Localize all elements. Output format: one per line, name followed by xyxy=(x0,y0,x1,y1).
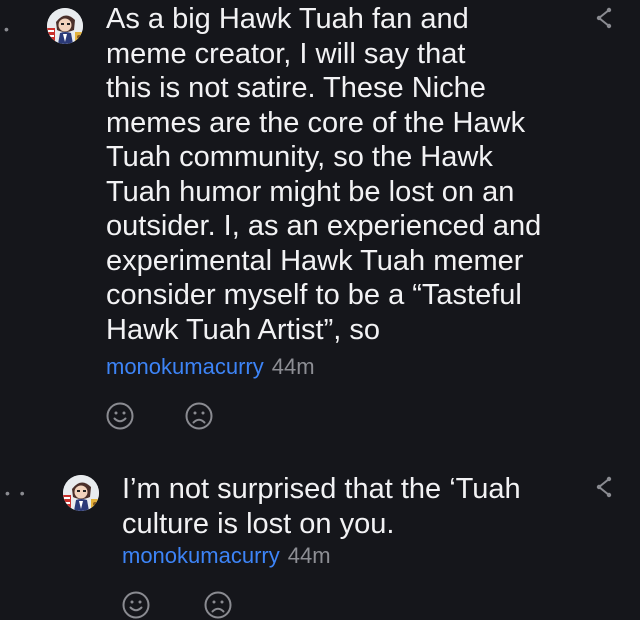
comment-body-line: meme creator, I will say that xyxy=(106,37,466,70)
comment-timestamp: 44m xyxy=(287,543,331,568)
comment-meta: monokumacurry 44m xyxy=(106,354,315,380)
comment-body: I’m not surprised that the ‘Tuah culture… xyxy=(122,472,582,541)
comment-body-line: culture is lost on you. xyxy=(122,507,395,540)
comment-body: As a big Hawk Tuah fan and meme creator,… xyxy=(106,2,566,347)
comment-body-line: experimental Hawk Tuah memer xyxy=(106,244,524,277)
share-icon[interactable] xyxy=(592,6,616,30)
author-link[interactable]: monokumacurry xyxy=(122,543,280,568)
comment-body-line: Tuah community, so the Hawk xyxy=(106,141,493,173)
comment-thread: • As a big Hawk Tuah fan and meme creato… xyxy=(0,0,640,620)
sad-face-icon[interactable] xyxy=(184,401,214,431)
happy-face-icon[interactable] xyxy=(121,590,151,620)
comment-body-line: Hawk Tuah Artist”, so xyxy=(106,313,380,346)
comment-body-line: this is not satire. These Niche xyxy=(106,72,486,104)
comment-body-line: I’m not surprised that the ‘Tuah xyxy=(122,473,521,505)
comment-meta: monokumacurry 44m xyxy=(122,543,331,569)
comment-body-line: memes are the core of the Hawk xyxy=(106,106,526,139)
comment-body-line: consider myself to be a “Tasteful xyxy=(106,279,522,311)
user-avatar-icon[interactable] xyxy=(63,475,99,511)
comment-timestamp: 44m xyxy=(271,354,315,379)
user-avatar-icon[interactable] xyxy=(47,8,83,44)
comment-body-line: outsider. I, as an experienced and xyxy=(106,210,542,242)
comment-body-line: Tuah humor might be lost on an xyxy=(106,175,515,208)
thread-depth-indicator: • xyxy=(4,21,12,37)
thread-depth-indicator: • • xyxy=(5,485,28,501)
sad-face-icon[interactable] xyxy=(203,590,233,620)
comment-body-line: As a big Hawk Tuah fan and xyxy=(106,3,469,35)
happy-face-icon[interactable] xyxy=(105,401,135,431)
share-icon[interactable] xyxy=(592,475,616,499)
author-link[interactable]: monokumacurry xyxy=(106,354,264,379)
